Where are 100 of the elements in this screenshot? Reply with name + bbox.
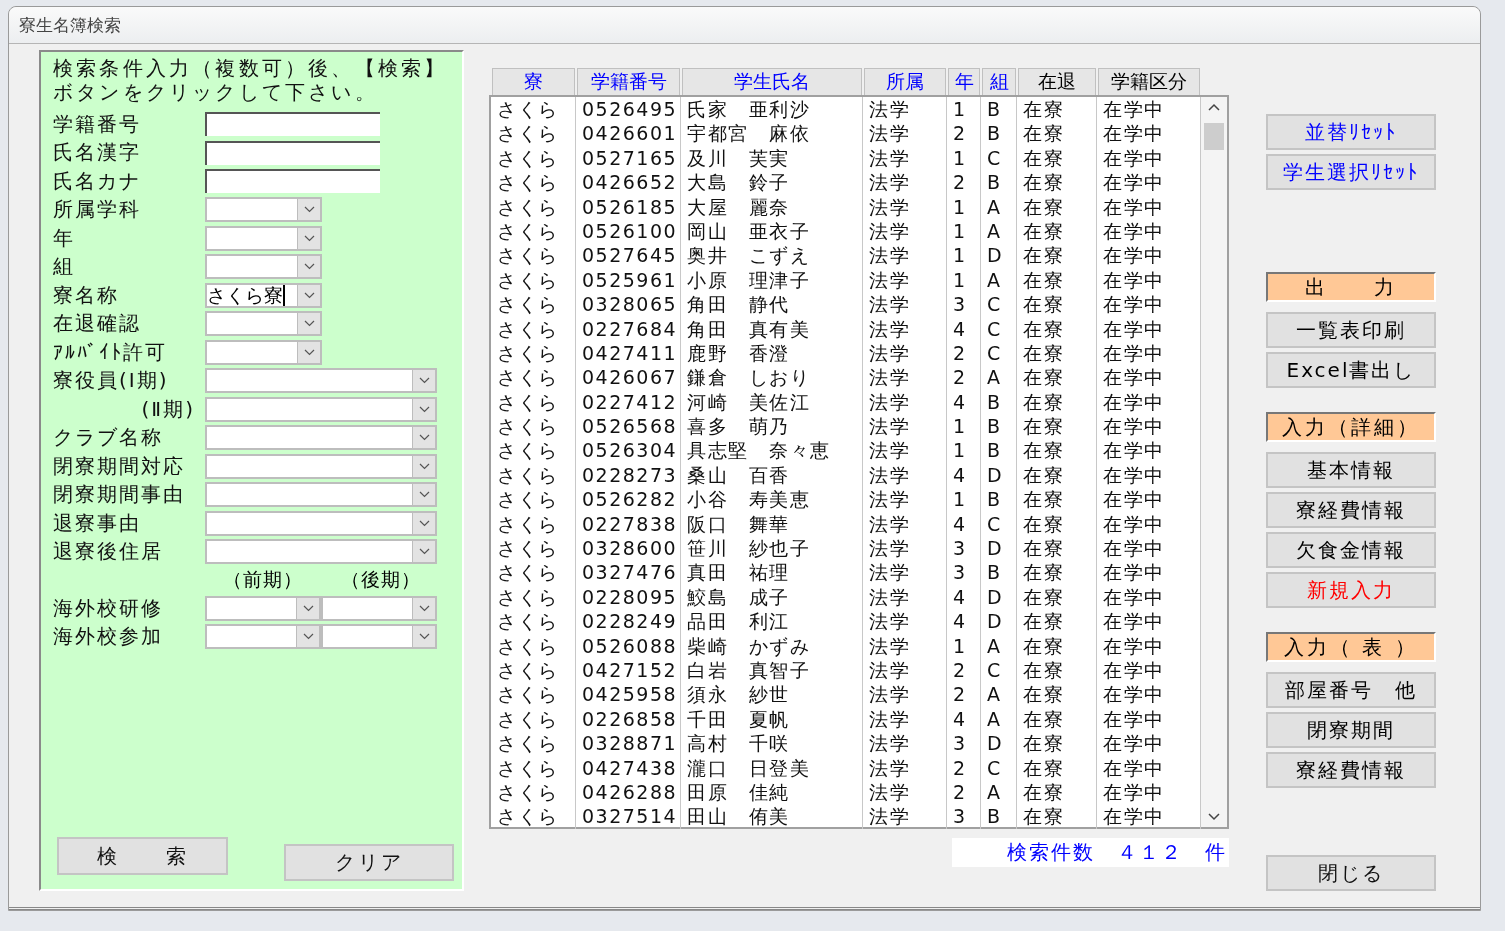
- dropdown-field[interactable]: [205, 510, 437, 536]
- field-label: クラブ名称: [53, 424, 164, 452]
- table-cell: 在寮: [1017, 706, 1097, 732]
- column-header[interactable]: 学籍番号: [577, 68, 680, 96]
- table-cell: 田山 侑美: [681, 804, 863, 829]
- table-cell: 法学: [863, 365, 947, 390]
- table-cell: C: [981, 511, 1017, 537]
- dropdown-field[interactable]: [205, 396, 437, 422]
- table-cell: 在寮: [1017, 682, 1097, 707]
- scrollbar-thumb[interactable]: [1204, 123, 1224, 150]
- table-cell: 法学: [863, 438, 947, 463]
- column-header[interactable]: 学籍区分: [1098, 68, 1200, 96]
- table-cell: C: [981, 145, 1017, 171]
- scrollbar[interactable]: [1201, 97, 1227, 827]
- table-cell: 0227684: [576, 316, 681, 341]
- table-cell: さくら: [491, 779, 576, 805]
- column-header[interactable]: 寮: [492, 68, 575, 96]
- search-button[interactable]: 検 索: [57, 837, 228, 875]
- field-label: 寮役員(Ⅰ期): [53, 367, 170, 395]
- table-cell: 1: [947, 487, 981, 512]
- table-cell: 0328600: [576, 536, 681, 561]
- table-cell: 0526304: [576, 438, 681, 463]
- chevron-down-icon: [303, 263, 315, 271]
- dropdown-field[interactable]: [205, 311, 322, 337]
- action-button[interactable]: 寮経費情報: [1266, 492, 1436, 528]
- action-button[interactable]: 部屋番号 他: [1266, 672, 1436, 708]
- dropdown-field[interactable]: [205, 339, 322, 365]
- table-cell: 0526568: [576, 414, 681, 439]
- chevron-down-icon[interactable]: [1208, 813, 1220, 821]
- dropdown-field[interactable]: [205, 368, 437, 394]
- action-button[interactable]: 学生選択ﾘｾｯﾄ: [1266, 154, 1436, 190]
- column-header[interactable]: 年: [948, 68, 980, 96]
- table-cell: 4: [947, 584, 981, 610]
- close-button[interactable]: 閉じる: [1266, 855, 1436, 891]
- table-cell: C: [981, 292, 1017, 317]
- table-cell: D: [981, 584, 1017, 610]
- text-field[interactable]: [205, 140, 380, 165]
- dropdown-field[interactable]: [205, 425, 437, 451]
- table-cell: 4: [947, 609, 981, 634]
- table-cell: 法学: [863, 462, 947, 488]
- table-cell: 0527165: [576, 145, 681, 171]
- action-button[interactable]: 欠食金情報: [1266, 532, 1436, 568]
- field-label: 年: [53, 224, 76, 252]
- action-button[interactable]: Excel書出し: [1266, 352, 1436, 388]
- dropdown-field[interactable]: [205, 482, 437, 508]
- dropdown-field[interactable]: さくら寮: [205, 282, 322, 308]
- table-cell: 0228095: [576, 584, 681, 610]
- table-cell: 法学: [863, 292, 947, 317]
- table-cell: B: [981, 170, 1017, 195]
- table-cell: 2: [947, 340, 981, 366]
- clear-button[interactable]: クリア: [284, 844, 454, 881]
- table-cell: 在寮: [1017, 731, 1097, 756]
- table-cell: 在寮: [1017, 560, 1097, 585]
- table-cell: さくら: [491, 682, 576, 707]
- table-cell: さくら: [491, 804, 576, 829]
- column-header[interactable]: 所属: [864, 68, 946, 96]
- instruction-text: 検索条件入力（複数可）後、【検索】ボタンをクリックして下さい。: [53, 56, 449, 104]
- dropdown-field[interactable]: [205, 453, 437, 479]
- dropdown-field[interactable]: [205, 595, 321, 621]
- table-cell: 在寮: [1017, 121, 1097, 146]
- field-label: ｱﾙﾊﾞｲﾄ許可: [53, 338, 168, 366]
- dropdown-field[interactable]: [321, 624, 437, 650]
- table-cell: 在寮: [1017, 340, 1097, 366]
- action-button[interactable]: 一覧表印刷: [1266, 312, 1436, 348]
- action-button[interactable]: 並替ﾘｾｯﾄ: [1266, 114, 1436, 150]
- table-cell: 0226858: [576, 706, 681, 732]
- table-cell: 1: [947, 633, 981, 658]
- table-cell: 在寮: [1017, 365, 1097, 390]
- table-cell: B: [981, 438, 1017, 463]
- table-cell: 宇都宮 麻依: [681, 121, 863, 146]
- field-label: 海外校研修: [53, 594, 164, 622]
- table-cell: 4: [947, 706, 981, 732]
- table-cell: 4: [947, 462, 981, 488]
- table-cell: 1: [947, 194, 981, 219]
- table-cell: 在寮: [1017, 779, 1097, 805]
- table-cell: さくら: [491, 97, 576, 122]
- column-header[interactable]: 学生氏名: [682, 68, 862, 96]
- dropdown-field[interactable]: [205, 539, 437, 565]
- text-field[interactable]: [205, 112, 380, 137]
- table-cell: 0425958: [576, 682, 681, 707]
- table-cell: 2: [947, 170, 981, 195]
- table-cell: 0526185: [576, 194, 681, 219]
- action-button[interactable]: 基本情報: [1266, 452, 1436, 488]
- column-header[interactable]: 在退: [1018, 68, 1096, 96]
- table-cell: 在寮: [1017, 145, 1097, 171]
- dropdown-field[interactable]: [205, 225, 322, 251]
- table-cell: 1: [947, 267, 981, 293]
- table-cell: 法学: [863, 511, 947, 537]
- column-header[interactable]: 組: [982, 68, 1016, 96]
- action-button[interactable]: 閉寮期間: [1266, 712, 1436, 748]
- action-button[interactable]: 寮経費情報: [1266, 752, 1436, 788]
- dropdown-field[interactable]: [205, 197, 322, 223]
- dropdown-field[interactable]: [205, 254, 322, 280]
- table-cell: 法学: [863, 609, 947, 634]
- dropdown-field[interactable]: [321, 595, 437, 621]
- table-cell: さくら: [491, 194, 576, 219]
- table-cell: 2: [947, 755, 981, 780]
- dropdown-field[interactable]: [205, 624, 321, 650]
- chevron-up-icon[interactable]: [1208, 103, 1220, 111]
- text-field[interactable]: [205, 169, 380, 194]
